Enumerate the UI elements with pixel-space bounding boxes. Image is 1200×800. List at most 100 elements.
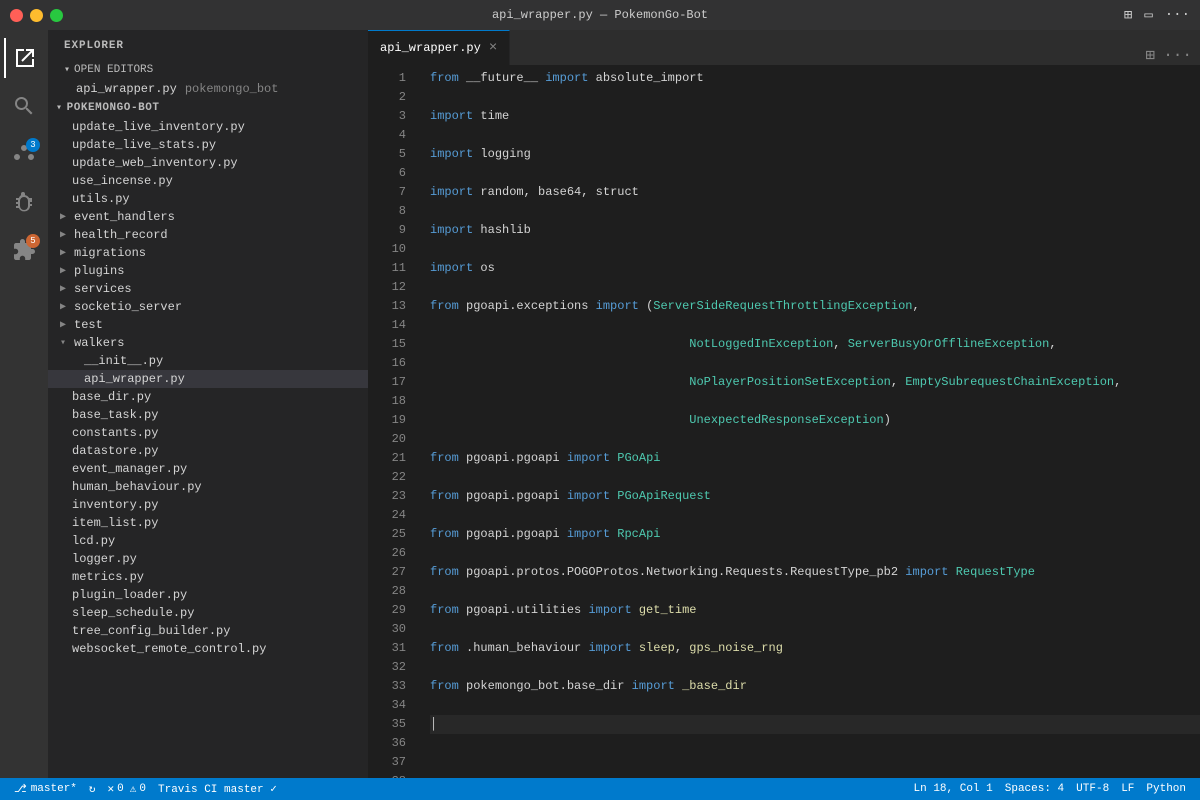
activity-debug[interactable] bbox=[4, 182, 44, 222]
file-plugin-loader[interactable]: plugin_loader.py bbox=[48, 586, 368, 604]
language-text: Python bbox=[1146, 783, 1186, 795]
branch-name: master* bbox=[31, 783, 77, 795]
activity-source-control[interactable]: 3 bbox=[4, 134, 44, 174]
warning-icon: ⚠ bbox=[130, 782, 137, 796]
split-editor-icon[interactable]: ⊞ bbox=[1124, 7, 1132, 24]
title-icons: ⊞ ▭ ··· bbox=[1124, 7, 1190, 24]
sidebar: Explorer ▾ OPEN EDITORS api_wrapper.py p… bbox=[48, 30, 368, 778]
tab-close-button[interactable]: × bbox=[489, 41, 497, 55]
file-websocket-remote-control[interactable]: websocket_remote_control.py bbox=[48, 640, 368, 658]
folder-services-arrow: ▶ bbox=[60, 283, 70, 295]
split-editor-tab-icon[interactable]: ⊞ bbox=[1146, 45, 1156, 65]
status-language[interactable]: Python bbox=[1140, 783, 1192, 795]
file-metrics[interactable]: metrics.py bbox=[48, 568, 368, 586]
ln-col-text: Ln 18, Col 1 bbox=[914, 783, 993, 795]
file-tree-config-builder[interactable]: tree_config_builder.py bbox=[48, 622, 368, 640]
file-datastore[interactable]: datastore.py bbox=[48, 442, 368, 460]
close-button[interactable] bbox=[10, 9, 23, 22]
open-editors-section: ▾ OPEN EDITORS api_wrapper.py pokemongo_… bbox=[48, 60, 368, 98]
minimize-button[interactable] bbox=[30, 9, 43, 22]
folder-services[interactable]: ▶services bbox=[48, 280, 368, 298]
line-numbers: 12345 678910 1112131415 1617181920 21222… bbox=[368, 65, 418, 778]
open-editors-header[interactable]: ▾ OPEN EDITORS bbox=[48, 60, 368, 80]
status-sync[interactable]: ↻ bbox=[83, 778, 102, 800]
maximize-button[interactable] bbox=[50, 9, 63, 22]
folder-migrations[interactable]: ▶migrations bbox=[48, 244, 368, 262]
window-title: api_wrapper.py — PokemonGo-Bot bbox=[492, 8, 708, 22]
code-content[interactable]: from __future__ import absolute_import i… bbox=[418, 65, 1200, 778]
folder-test-arrow: ▶ bbox=[60, 319, 70, 331]
file-init[interactable]: __init__.py bbox=[48, 352, 368, 370]
folder-plugins[interactable]: ▶plugins bbox=[48, 262, 368, 280]
status-ci[interactable]: Travis CI master ✓ bbox=[152, 778, 283, 800]
file-event-manager[interactable]: event_manager.py bbox=[48, 460, 368, 478]
editor-area: api_wrapper.py × ⊞ ··· 12345 678910 1112… bbox=[368, 30, 1200, 778]
tab-filename: api_wrapper.py bbox=[380, 41, 481, 55]
file-item-list[interactable]: item_list.py bbox=[48, 514, 368, 532]
open-editor-filename: api_wrapper.py bbox=[76, 82, 177, 96]
open-editors-arrow: ▾ bbox=[64, 64, 70, 76]
more-actions-icon[interactable]: ··· bbox=[1165, 7, 1190, 23]
encoding-text: UTF-8 bbox=[1076, 783, 1109, 795]
status-line-ending[interactable]: LF bbox=[1115, 783, 1140, 795]
folder-socketio-server[interactable]: ▶socketio_server bbox=[48, 298, 368, 316]
status-spaces[interactable]: Spaces: 4 bbox=[999, 783, 1070, 795]
file-human-behaviour[interactable]: human_behaviour.py bbox=[48, 478, 368, 496]
title-bar: api_wrapper.py — PokemonGo-Bot ⊞ ▭ ··· bbox=[0, 0, 1200, 30]
activity-search[interactable] bbox=[4, 86, 44, 126]
file-update-live-stats[interactable]: update_live_stats.py bbox=[48, 136, 368, 154]
error-icon: ✕ bbox=[108, 782, 115, 796]
file-inventory[interactable]: inventory.py bbox=[48, 496, 368, 514]
error-count: 0 bbox=[117, 783, 124, 795]
file-sleep-schedule[interactable]: sleep_schedule.py bbox=[48, 604, 368, 622]
status-branch[interactable]: ⎇ master* bbox=[8, 778, 83, 800]
code-editor: 12345 678910 1112131415 1617181920 21222… bbox=[368, 65, 1200, 778]
folder-health-record-arrow: ▶ bbox=[60, 229, 70, 241]
sidebar-tree: update_live_inventory.py update_live_sta… bbox=[48, 118, 368, 658]
toggle-panel-icon[interactable]: ▭ bbox=[1144, 7, 1152, 24]
open-editor-item-api-wrapper[interactable]: api_wrapper.py pokemongo_bot bbox=[48, 80, 368, 98]
activity-bar: 3 5 bbox=[0, 30, 48, 778]
folder-migrations-arrow: ▶ bbox=[60, 247, 70, 259]
pokemongo-label: POKEMONGO-BOT bbox=[67, 102, 160, 114]
sidebar-title: Explorer bbox=[48, 30, 368, 60]
status-right: Ln 18, Col 1 Spaces: 4 UTF-8 LF Python bbox=[908, 783, 1192, 795]
line-ending-text: LF bbox=[1121, 783, 1134, 795]
open-editor-project: pokemongo_bot bbox=[185, 82, 279, 96]
file-api-wrapper[interactable]: api_wrapper.py bbox=[48, 370, 368, 388]
status-ln-col[interactable]: Ln 18, Col 1 bbox=[908, 783, 999, 795]
status-encoding[interactable]: UTF-8 bbox=[1070, 783, 1115, 795]
more-tab-actions-icon[interactable]: ··· bbox=[1163, 46, 1192, 64]
activity-explorer[interactable] bbox=[4, 38, 44, 78]
editor-tab-api-wrapper[interactable]: api_wrapper.py × bbox=[368, 30, 510, 65]
status-errors[interactable]: ✕ 0 ⚠ 0 bbox=[102, 778, 152, 800]
tab-actions: ⊞ ··· bbox=[1138, 45, 1200, 65]
tab-bar: api_wrapper.py × ⊞ ··· bbox=[368, 30, 1200, 65]
folder-event-handlers-arrow: ▶ bbox=[60, 211, 70, 223]
file-base-dir[interactable]: base_dir.py bbox=[48, 388, 368, 406]
folder-event-handlers[interactable]: ▶event_handlers bbox=[48, 208, 368, 226]
file-logger[interactable]: logger.py bbox=[48, 550, 368, 568]
file-utils[interactable]: utils.py bbox=[48, 190, 368, 208]
pokemongo-bot-header[interactable]: ▾ POKEMONGO-BOT bbox=[48, 98, 368, 118]
folder-health-record[interactable]: ▶health_record bbox=[48, 226, 368, 244]
source-control-badge: 3 bbox=[26, 138, 40, 152]
file-use-incense[interactable]: use_incense.py bbox=[48, 172, 368, 190]
folder-socketio-arrow: ▶ bbox=[60, 301, 70, 313]
sync-icon: ↻ bbox=[89, 782, 96, 796]
pokemongo-arrow: ▾ bbox=[56, 102, 63, 114]
warning-count: 0 bbox=[139, 783, 146, 795]
open-editors-label: OPEN EDITORS bbox=[74, 64, 153, 76]
file-update-live-inventory[interactable]: update_live_inventory.py bbox=[48, 118, 368, 136]
folder-plugins-arrow: ▶ bbox=[60, 265, 70, 277]
file-constants[interactable]: constants.py bbox=[48, 424, 368, 442]
file-base-task[interactable]: base_task.py bbox=[48, 406, 368, 424]
file-lcd[interactable]: lcd.py bbox=[48, 532, 368, 550]
status-bar: ⎇ master* ↻ ✕ 0 ⚠ 0 Travis CI master ✓ L… bbox=[0, 778, 1200, 800]
folder-test[interactable]: ▶test bbox=[48, 316, 368, 334]
file-update-web-inventory[interactable]: update_web_inventory.py bbox=[48, 154, 368, 172]
activity-extensions[interactable]: 5 bbox=[4, 230, 44, 270]
spaces-text: Spaces: 4 bbox=[1005, 783, 1064, 795]
ci-status-text: Travis CI master ✓ bbox=[158, 782, 277, 796]
folder-walkers[interactable]: ▾walkers bbox=[48, 334, 368, 352]
